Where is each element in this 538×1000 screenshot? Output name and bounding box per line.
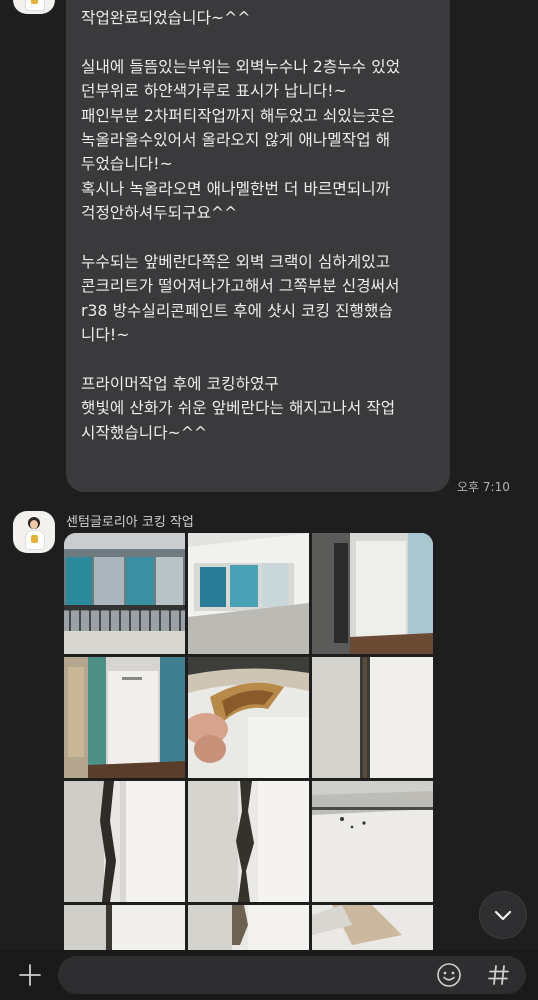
photo-thumbnail[interactable] bbox=[64, 905, 185, 950]
message-line bbox=[81, 30, 436, 54]
photo-thumbnail[interactable] bbox=[312, 533, 433, 654]
photo-thumbnail[interactable] bbox=[188, 657, 309, 778]
message-bubble[interactable]: 작업완료되었습니다~^^ 실내에 들뜸있는부위는 외벽누수나 2층누수 있었 던… bbox=[66, 0, 450, 492]
chat-area: 작업완료되었습니다~^^ 실내에 들뜸있는부위는 외벽누수나 2층누수 있었 던… bbox=[0, 0, 538, 950]
sender-name: 센텀글로리아 코킹 작업 bbox=[66, 515, 194, 530]
message-time: 오후 7:10 bbox=[457, 480, 510, 494]
message-line: 패인부분 2차퍼티작업까지 해두었고 쇠있는곳은 bbox=[81, 106, 396, 125]
chevron-down-icon bbox=[494, 910, 512, 921]
message-line bbox=[81, 226, 436, 250]
photo-thumbnail[interactable] bbox=[188, 905, 309, 950]
message-line: 프라이머작업 후에 코킹하였구 bbox=[81, 374, 279, 393]
photo-thumbnail[interactable] bbox=[64, 533, 185, 654]
photo-grid bbox=[64, 533, 434, 950]
message-line: 던부위로 하얀색가루로 표시가 납니다!~ bbox=[81, 82, 347, 101]
photo-thumbnail[interactable] bbox=[188, 533, 309, 654]
emoji-icon[interactable] bbox=[436, 962, 462, 988]
photo-thumbnail[interactable] bbox=[312, 781, 433, 902]
message-line bbox=[81, 347, 436, 371]
hash-icon[interactable] bbox=[485, 961, 513, 989]
message-line: 누수되는 앞베란다쪽은 외벽 크랙이 심하게있고 bbox=[81, 252, 391, 271]
avatar[interactable] bbox=[13, 0, 55, 14]
message-line: 걱정안하셔두되구요^^ bbox=[81, 204, 238, 223]
message-line: 콘크리트가 떨어져나가고해서 그쪽부분 신경써서 bbox=[81, 277, 400, 296]
plus-icon[interactable] bbox=[18, 963, 42, 987]
message-line: 햇빛에 산화가 쉬운 앞베란다는 해지고나서 작업 bbox=[81, 399, 396, 418]
message-line: 니다!~ bbox=[81, 326, 130, 345]
message-line: 혹시나 녹올라오면 애나멜한번 더 바르면되니까 bbox=[81, 179, 391, 198]
message-line: 시작했습니다~^^ bbox=[81, 423, 208, 442]
message-line: 실내에 들뜸있는부위는 외벽누수나 2층누수 있었 bbox=[81, 57, 401, 76]
message-line: r38 방수실리콘페인트 후에 샷시 코킹 진행했습 bbox=[81, 301, 393, 320]
photo-thumbnail[interactable] bbox=[312, 657, 433, 778]
photo-thumbnail[interactable] bbox=[188, 781, 309, 902]
photo-thumbnail[interactable] bbox=[64, 781, 185, 902]
avatar[interactable] bbox=[13, 511, 55, 553]
message-input-box bbox=[58, 956, 526, 996]
scroll-down-button[interactable] bbox=[479, 891, 527, 939]
photo-thumbnail[interactable] bbox=[312, 905, 433, 950]
photo-thumbnail[interactable] bbox=[64, 657, 185, 778]
message-line: 두었습니다!~ bbox=[81, 155, 173, 174]
message-input[interactable] bbox=[72, 956, 436, 996]
message-line: 작업완료되었습니다~^^ bbox=[81, 9, 251, 27]
message-line: 녹올라올수있어서 올라오지 않게 애나멜작업 해 bbox=[81, 130, 391, 149]
input-bar bbox=[0, 950, 538, 1000]
